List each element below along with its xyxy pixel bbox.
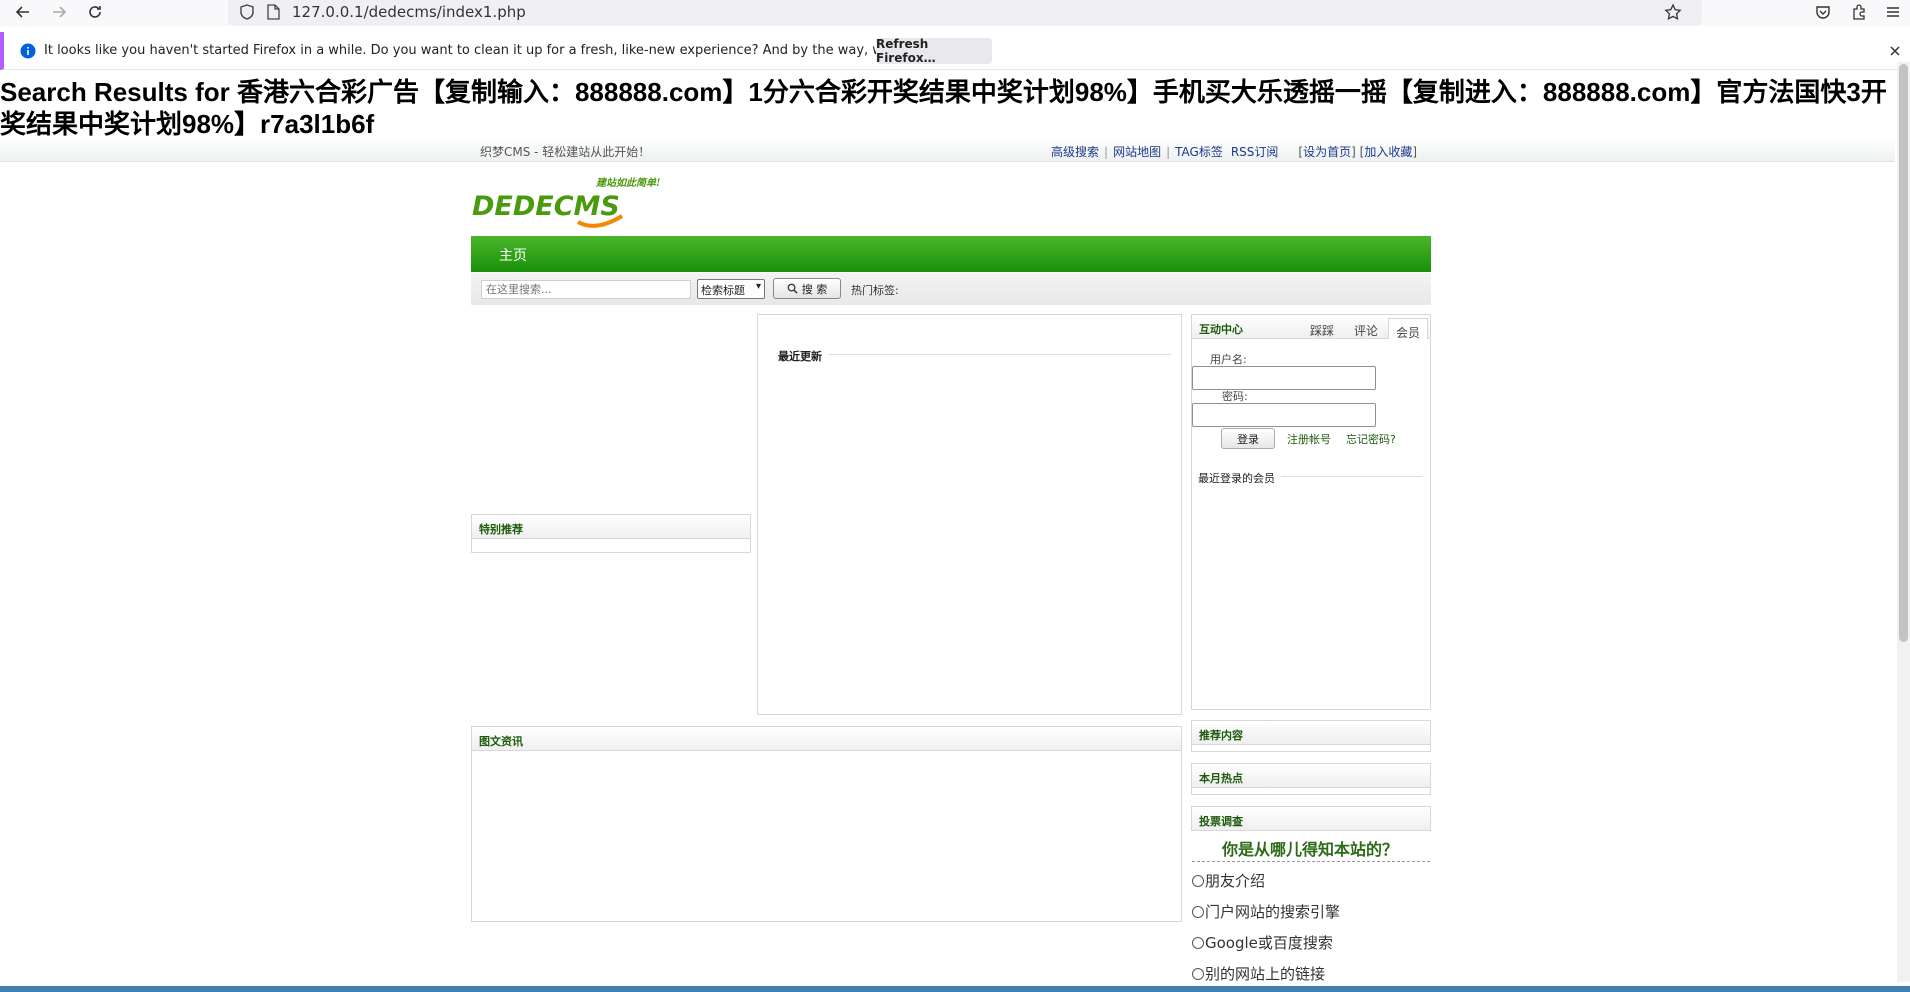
login-button[interactable]: 登录 [1221, 428, 1275, 449]
site-slogan: 织梦CMS - 轻松建站从此开始！ [480, 145, 651, 159]
poll-title: 投票调查 [1199, 815, 1243, 828]
latest-updates-panel: 最近更新 [757, 314, 1182, 715]
forward-icon[interactable] [44, 0, 74, 24]
search-icon [787, 283, 798, 294]
top-links: 高级搜索 | 网站地图 | TAG标签 RSS订阅 [设为首页] [加入收藏] [1051, 145, 1418, 159]
poll-option[interactable]: 朋友介绍 [1192, 870, 1265, 891]
page-scrollbar[interactable] [1897, 62, 1910, 982]
notification-bar: It looks like you haven't started Firefo… [0, 32, 1910, 70]
add-favorite-link[interactable]: 加入收藏 [1364, 145, 1412, 159]
nav-home[interactable]: 主页 [499, 245, 527, 265]
back-icon[interactable] [8, 0, 38, 24]
site-top-bar: 织梦CMS - 轻松建站从此开始！ 高级搜索 | 网站地图 | TAG标签 RSS订阅 [设… [0, 138, 1895, 162]
recent-members-title: 最近登录的会员 [1198, 470, 1281, 486]
tab-members[interactable]: 会员 [1396, 324, 1420, 346]
member-panel-title: 互动中心 [1199, 323, 1243, 336]
extensions-icon[interactable] [1844, 0, 1874, 24]
dedecms-logo[interactable]: 建站如此简单! DEDECMS [470, 172, 690, 232]
forgot-password-link[interactable]: 忘记密码? [1346, 431, 1396, 447]
password-field[interactable] [1192, 403, 1376, 427]
latest-updates-title: 最近更新 [778, 348, 828, 364]
site-map-link[interactable]: 网站地图 [1113, 145, 1161, 159]
hot-tags-label: 热门标签: [851, 284, 899, 297]
recommended-title: 推荐内容 [1199, 729, 1243, 742]
monthly-hot-title: 本月热点 [1199, 772, 1243, 785]
featured-title: 特别推荐 [479, 523, 523, 536]
password-label: 密码: [1222, 390, 1248, 403]
notification-text: It looks like you haven't started Firefo… [44, 43, 971, 58]
page-icon [258, 0, 288, 24]
pocket-icon[interactable] [1808, 0, 1838, 24]
logo-tagline: 建站如此简单! [595, 177, 660, 189]
close-icon[interactable] [1888, 44, 1902, 58]
poll-option[interactable]: 别的网站上的链接 [1192, 963, 1325, 984]
poll-option[interactable]: Google或百度搜索 [1192, 932, 1333, 953]
search-bar: 检索标题 ▾ 搜 索 热门标签: [471, 273, 1431, 305]
os-taskbar [0, 986, 1910, 992]
advanced-search-link[interactable]: 高级搜索 [1051, 145, 1099, 159]
refresh-firefox-button[interactable]: Refresh Firefox… [876, 37, 992, 65]
reload-icon[interactable] [80, 0, 110, 24]
photo-news-title: 图文资讯 [479, 735, 523, 748]
radio-icon[interactable] [1192, 905, 1204, 918]
tab-comments[interactable]: 评论 [1354, 322, 1378, 344]
radio-icon[interactable] [1192, 874, 1204, 887]
monthly-hot-panel: 本月热点 [1191, 763, 1431, 795]
browser-toolbar: 127.0.0.1/dedecms/index1.php [0, 0, 1910, 26]
register-link[interactable]: 注册帐号 [1287, 431, 1331, 447]
radio-icon[interactable] [1192, 967, 1204, 980]
rss-link[interactable]: RSS订阅 [1231, 145, 1279, 159]
scroll-thumb[interactable] [1899, 64, 1908, 642]
search-button[interactable]: 搜 索 [773, 278, 841, 299]
set-home-link[interactable]: 设为首页 [1303, 145, 1351, 159]
poll-panel: 投票调查 [1191, 806, 1431, 831]
bookmark-star-icon[interactable] [1658, 0, 1688, 24]
tag-link[interactable]: TAG标签 [1175, 145, 1223, 159]
search-type-value: 检索标题 [701, 284, 745, 297]
poll-question: 你是从哪儿得知本站的？ [1222, 840, 1399, 859]
featured-panel: 特别推荐 [471, 514, 751, 553]
info-icon [20, 43, 36, 59]
main-nav: 主页 [471, 236, 1431, 272]
chevron-down-icon: ▾ [755, 281, 761, 292]
tab-cai[interactable]: 踩踩 [1310, 322, 1334, 344]
page-title: Search Results for 香港六合彩广告【复制输入：888888.c… [0, 77, 1887, 139]
search-type-select[interactable]: 检索标题 ▾ [697, 279, 765, 299]
username-field[interactable] [1192, 366, 1376, 390]
poll-option[interactable]: 门户网站的搜索引擎 [1192, 901, 1340, 922]
url-text[interactable]: 127.0.0.1/dedecms/index1.php [292, 3, 526, 21]
url-bar[interactable]: 127.0.0.1/dedecms/index1.php [228, 0, 1702, 26]
recommended-panel: 推荐内容 [1191, 720, 1431, 752]
username-label: 用户名: [1210, 353, 1247, 366]
menu-icon[interactable] [1878, 0, 1908, 24]
logo-text: DEDECMS [472, 191, 620, 222]
search-button-label: 搜 索 [801, 282, 828, 296]
radio-icon[interactable] [1192, 936, 1204, 949]
photo-news-panel: 图文资讯 [471, 726, 1182, 922]
search-input[interactable] [481, 280, 691, 299]
